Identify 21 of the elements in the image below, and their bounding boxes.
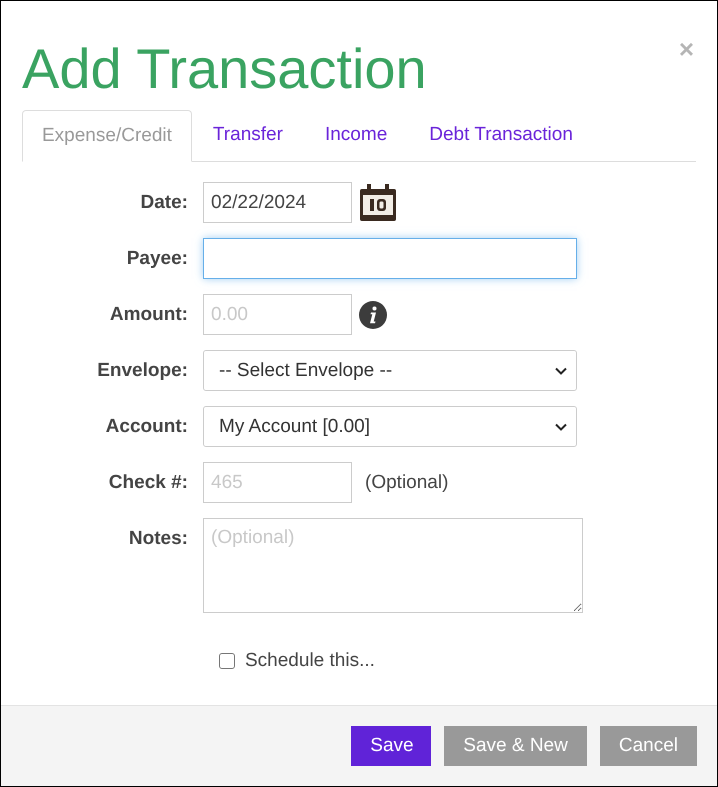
tab[interactable]: Income xyxy=(304,110,408,161)
select-field[interactable]: My Account [0.00] xyxy=(203,406,577,447)
info-icon[interactable] xyxy=(358,300,388,330)
field-label: Payee: xyxy=(126,247,189,271)
payee-field[interactable] xyxy=(203,238,577,279)
field-label: Amount: xyxy=(108,303,189,327)
field-label: Notes: xyxy=(128,527,189,551)
select-field[interactable]: -- Select Envelope -- xyxy=(203,350,577,391)
calendar-icon[interactable] xyxy=(358,182,398,222)
field-label: Check #: xyxy=(108,471,189,495)
field-label: Date: xyxy=(139,191,189,215)
save-button[interactable]: Save xyxy=(351,726,432,766)
optional-hint: (Optional) xyxy=(365,471,448,495)
field-label: Account: xyxy=(104,415,189,439)
field-label: Envelope: xyxy=(96,359,189,383)
tab[interactable]: Transfer xyxy=(192,110,304,161)
tab[interactable]: Debt Transaction xyxy=(408,110,594,161)
date-field[interactable]: 02/22/2024 xyxy=(203,182,352,223)
schedule-checkbox[interactable] xyxy=(219,653,235,670)
dialog-title: Add Transaction xyxy=(22,39,427,99)
schedule-label: Schedule this... xyxy=(245,649,375,673)
